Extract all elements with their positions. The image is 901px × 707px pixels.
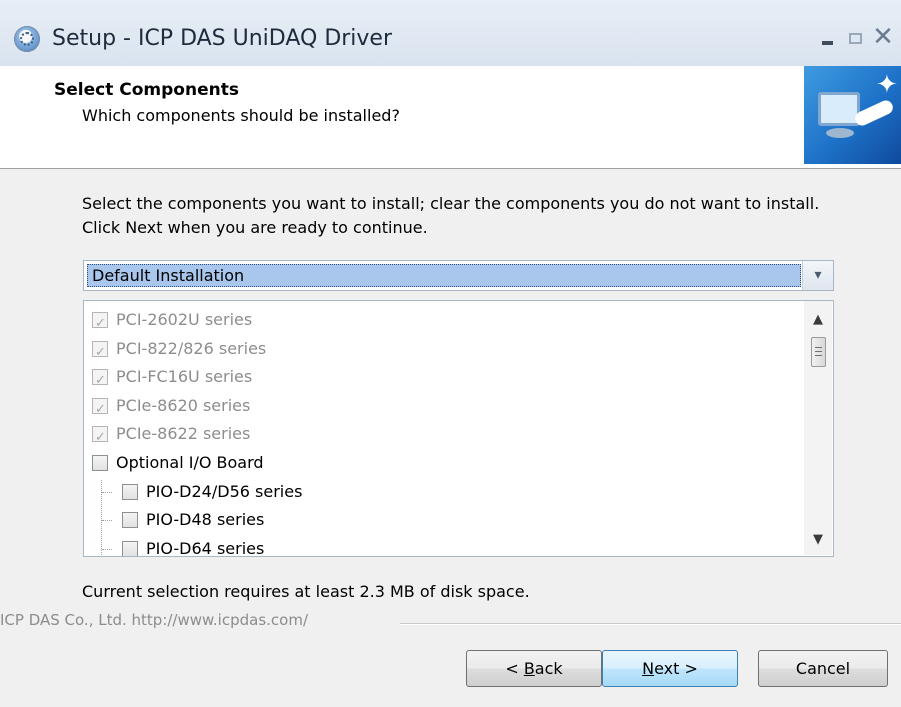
- component-checkbox: ✓: [92, 340, 108, 360]
- minimize-icon: [821, 41, 833, 45]
- component-checkbox: ✓: [92, 397, 108, 417]
- back-button-rest: ack: [534, 659, 563, 678]
- grip-line: [815, 355, 822, 356]
- monitor-shape: [818, 92, 860, 126]
- component-label: PIO-D48 series: [146, 510, 265, 530]
- back-button-prefix: <: [505, 659, 524, 678]
- component-label: PCIe-8622 series: [116, 424, 251, 444]
- component-label: PCI-2602U series: [116, 310, 253, 329]
- component-checkbox[interactable]: [122, 483, 138, 500]
- back-button[interactable]: < Back: [466, 650, 602, 687]
- page-title: Select Components: [54, 80, 239, 100]
- checkmark-icon: ✓: [95, 401, 106, 417]
- grip-line: [815, 351, 822, 352]
- checkmark-icon: ✓: [95, 316, 106, 331]
- computer-install-icon: ✦: [804, 66, 901, 164]
- title-bar[interactable]: Setup - ICP DAS UniDAQ Driver ✕: [0, 0, 901, 66]
- setup-disc-icon: [14, 26, 40, 52]
- component-label: PIO-D64 series: [146, 538, 265, 557]
- cancel-button[interactable]: Cancel: [758, 650, 888, 687]
- monitor-stand-shape: [826, 128, 854, 138]
- scroll-down-arrow-icon[interactable]: ▼: [804, 527, 832, 553]
- component-label: PIO-D24/D56 series: [146, 481, 303, 501]
- close-button[interactable]: ✕: [866, 20, 900, 54]
- components-scrollbar[interactable]: ▲ ▼: [804, 301, 832, 555]
- scrollbar-thumb[interactable]: [811, 337, 826, 367]
- component-label: PCI-822/826 series: [116, 338, 267, 358]
- components-list[interactable]: ✓ PCI-2602U series ✓ PCI-822/826 series ✓ PCI…: [83, 300, 834, 557]
- checkmark-icon: ✓: [95, 373, 106, 389]
- component-checkbox[interactable]: [92, 455, 108, 471]
- tree-connector: [102, 491, 112, 493]
- chevron-down-icon[interactable]: ▾: [802, 261, 833, 290]
- instructions-text: Select the components you want to instal…: [82, 194, 820, 237]
- footer-divider: [400, 623, 901, 625]
- close-icon: ✕: [872, 22, 894, 52]
- installation-type-value: Default Installation: [87, 264, 801, 287]
- tree-connector: [102, 520, 112, 522]
- next-button[interactable]: Next >: [602, 650, 738, 687]
- disk-space-requirement: Current selection requires at least 2.3 …: [82, 582, 530, 601]
- maximize-icon: [848, 32, 862, 44]
- component-checkbox: ✓: [92, 426, 108, 445]
- component-checkbox: ✓: [92, 312, 108, 331]
- checkmark-icon: ✓: [95, 344, 106, 360]
- next-button-rest: ext >: [654, 659, 698, 678]
- component-checkbox: ✓: [92, 369, 108, 388]
- component-label: PCIe-8620 series: [116, 395, 251, 415]
- component-label: Optional I/O Board: [116, 453, 264, 472]
- tree-connector: [102, 548, 112, 550]
- installation-type-dropdown[interactable]: Default Installation ▾: [83, 260, 834, 291]
- scroll-up-arrow-icon[interactable]: ▲: [804, 307, 832, 333]
- footer-brand-text: ICP DAS Co., Ltd. http://www.icpdas.com/: [0, 611, 309, 629]
- window-title: Setup - ICP DAS UniDAQ Driver: [52, 26, 393, 51]
- grip-line: [815, 347, 822, 348]
- component-checkbox[interactable]: [122, 540, 138, 556]
- component-checkbox[interactable]: [122, 512, 138, 529]
- checkmark-icon: ✓: [95, 430, 106, 446]
- component-label: PCI-FC16U series: [116, 367, 253, 387]
- next-button-hotkey: N: [642, 659, 655, 678]
- back-button-hotkey: B: [523, 659, 535, 678]
- sparkle-icon: ✦: [876, 70, 898, 100]
- page-subtitle: Which components should be installed?: [82, 106, 400, 125]
- wizard-header: Select Components Which components shoul…: [0, 66, 901, 169]
